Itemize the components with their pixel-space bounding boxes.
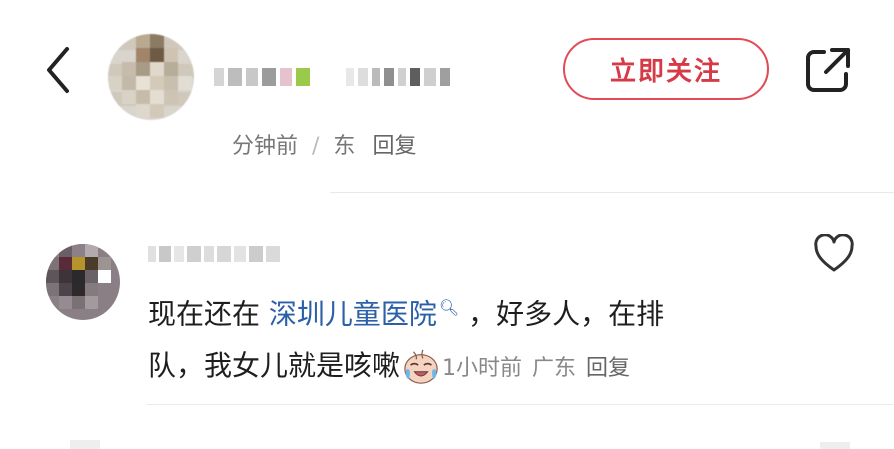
like-button[interactable] (813, 233, 855, 274)
heart-icon (814, 233, 854, 272)
meta-reply-button[interactable]: 回复 (372, 134, 416, 159)
comment-location: 广东 (532, 356, 577, 382)
meta-location: 东 (333, 134, 356, 159)
comment-text-cont: ，好多人，在排 (459, 297, 665, 331)
back-button[interactable] (38, 40, 78, 100)
comment-text-start: 现在还在 (148, 297, 269, 331)
meta-separator: / (305, 134, 327, 159)
next-comment-like-partial (820, 442, 850, 449)
divider (146, 404, 894, 405)
next-comment-avatar-partial (70, 440, 100, 449)
chevron-left-icon (47, 47, 69, 93)
commenter-avatar[interactable] (46, 244, 120, 320)
comment-line-2: 队，我女儿就是咳嗽 1小时前 广东 回复 (148, 340, 768, 395)
author-avatar[interactable] (108, 34, 194, 120)
comment-body: 现在还在 深圳儿童医院 🔍︎ ，好多人，在排 队，我女儿就是咳嗽 1小时前 广东 回复 (148, 282, 768, 395)
comment-text-line2: 队，我女儿就是咳嗽 (148, 349, 401, 383)
follow-label: 立即关注 (609, 56, 722, 87)
comment-time: 1小时前 (442, 356, 523, 382)
author-name-redacted[interactable] (214, 60, 450, 94)
comment-line-1: 现在还在 深圳儿童医院 🔍︎ ，好多人，在排 (148, 282, 768, 340)
meta-time: 分钟前 (232, 134, 299, 159)
hospital-link[interactable]: 深圳儿童医院 (269, 297, 437, 330)
share-icon (806, 48, 850, 92)
commenter-name-redacted[interactable] (148, 242, 280, 266)
search-icon: 🔍︎ (438, 298, 460, 317)
post-meta: 分钟前 / 东 回复 (232, 128, 416, 160)
comment-reply-button[interactable]: 回复 (586, 356, 630, 381)
share-button[interactable] (802, 44, 854, 96)
crying-laughing-face-icon (404, 349, 438, 385)
divider (330, 192, 894, 193)
follow-button[interactable]: 立即关注 (563, 38, 769, 100)
